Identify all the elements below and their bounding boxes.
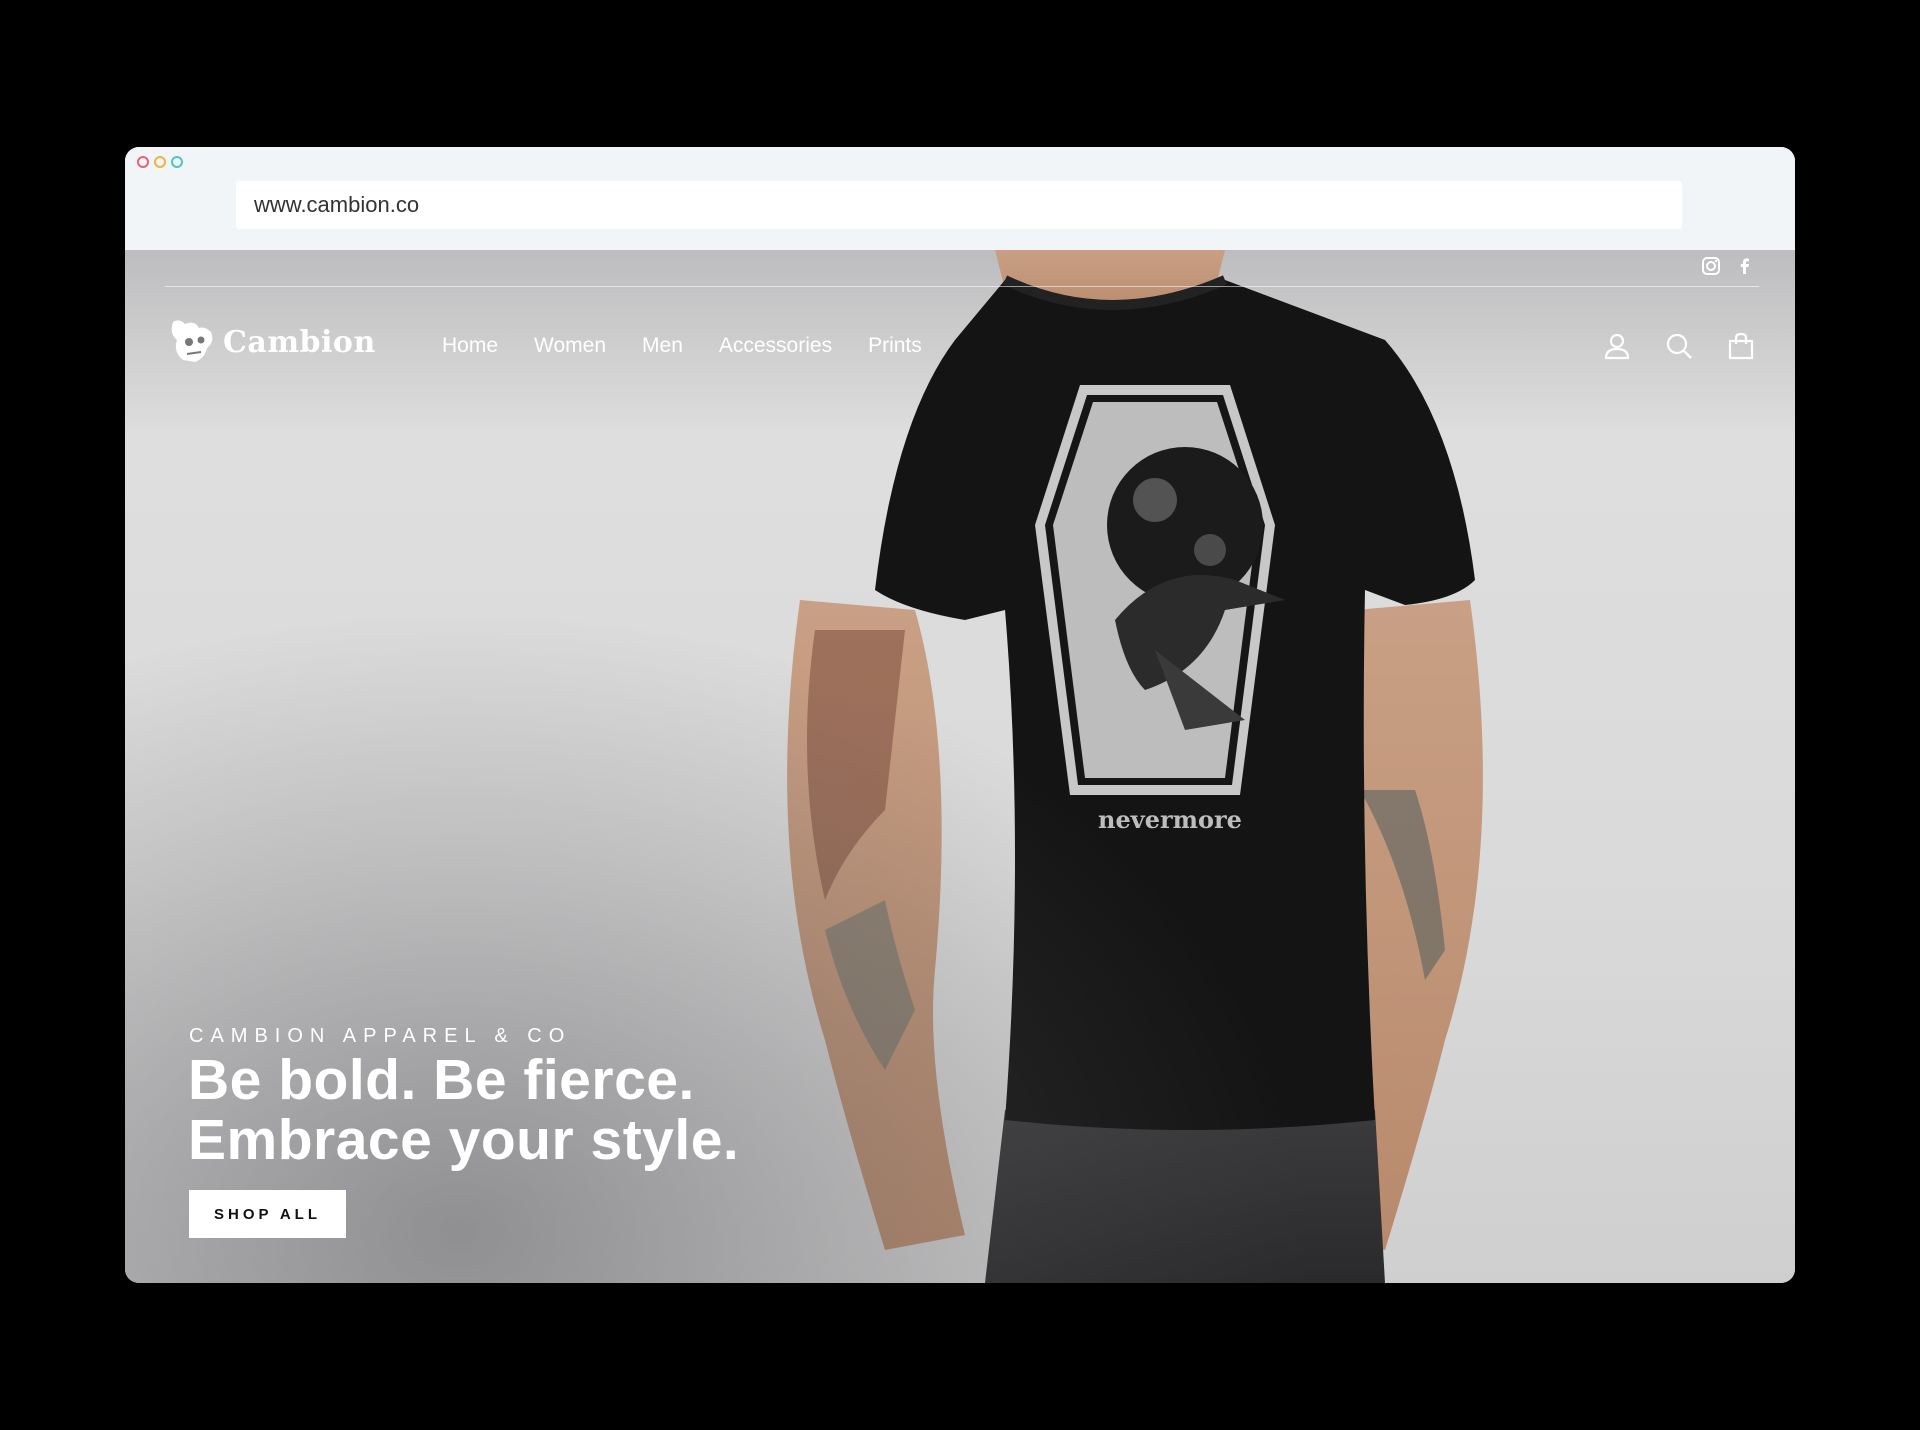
skull-logo-icon [171, 320, 213, 362]
account-icon[interactable] [1603, 332, 1631, 360]
address-bar[interactable]: www.cambion.co [236, 181, 1682, 229]
nav-prints[interactable]: Prints [868, 334, 922, 358]
hero-page: nevermore Cambion Home Women Men [125, 250, 1795, 1283]
social-links [1701, 256, 1755, 276]
hero-headline: Be bold. Be fierce. Embrace your style. [188, 1048, 740, 1172]
nav-men[interactable]: Men [642, 334, 683, 358]
search-icon[interactable] [1665, 332, 1693, 360]
main-nav: Home Women Men Accessories Prints [442, 334, 922, 358]
header-divider [165, 286, 1759, 287]
maximize-dot[interactable] [171, 156, 183, 168]
close-dot[interactable] [137, 156, 149, 168]
shop-all-button[interactable]: SHOP ALL [189, 1190, 346, 1238]
header-actions [1603, 332, 1755, 360]
nav-home[interactable]: Home [442, 334, 498, 358]
nav-women[interactable]: Women [534, 334, 606, 358]
browser-window: www.cambion.co Cambion Home Women Men Ac… [125, 147, 1795, 1283]
nav-accessories[interactable]: Accessories [719, 334, 832, 358]
logo-text: Cambion [223, 324, 376, 360]
url-text: www.cambion.co [254, 192, 420, 217]
minimize-dot[interactable] [154, 156, 166, 168]
browser-chrome: www.cambion.co [125, 147, 1795, 251]
hero-eyebrow: CAMBION APPAREL & CO [189, 1025, 572, 1047]
cart-icon[interactable] [1727, 332, 1755, 360]
logo[interactable]: Cambion [165, 318, 376, 366]
facebook-icon[interactable] [1735, 256, 1755, 276]
instagram-icon[interactable] [1701, 256, 1721, 276]
